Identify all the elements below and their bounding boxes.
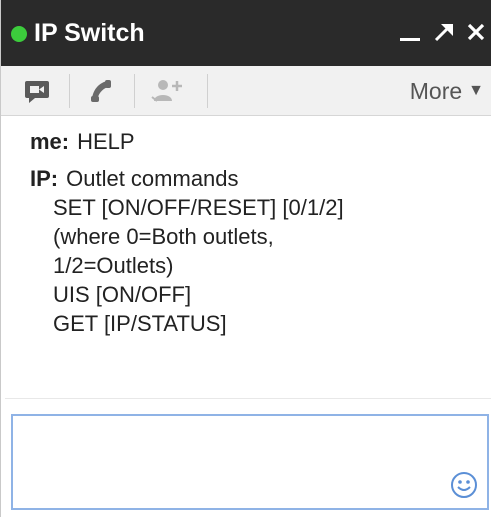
emoji-button[interactable] [449, 470, 479, 500]
message-line: 1/2=Outlets) [53, 253, 174, 278]
message-line: SET [ON/OFF/RESET] [0/1/2] [53, 195, 344, 220]
toolbar-divider [69, 74, 70, 108]
add-person-icon [151, 80, 182, 102]
chat-window: IP Switch More ▼ me: HELP IP: Outlet com… [0, 0, 491, 517]
message-input[interactable] [13, 416, 487, 508]
message-sender: me: [30, 129, 70, 154]
minimize-button[interactable] [397, 14, 423, 50]
message-ip: IP: Outlet commands SET [ON/OFF/RESET] [0… [30, 164, 480, 338]
toolbar-divider [134, 74, 135, 108]
smiley-icon [451, 472, 477, 498]
message-text: HELP [77, 129, 135, 154]
message-sender: IP: [30, 166, 59, 191]
more-menu-button[interactable]: More ▼ [410, 74, 484, 108]
caret-down-icon: ▼ [468, 82, 484, 99]
call-button[interactable] [79, 71, 123, 111]
message-line: IP: Outlet commands [30, 164, 480, 193]
add-people-button[interactable] [145, 71, 189, 111]
message-line: UIS [ON/OFF] [53, 282, 192, 307]
message-line: me: HELP [30, 127, 480, 156]
phone-icon [91, 80, 111, 102]
minimize-icon [400, 38, 420, 41]
popout-button[interactable] [431, 14, 457, 50]
title-bar: IP Switch [1, 0, 491, 66]
more-label: More [409, 77, 463, 104]
popout-arrow-icon [434, 24, 453, 42]
message-text: Outlet commands [66, 166, 239, 191]
toolbar-divider [207, 74, 208, 108]
close-button[interactable] [463, 14, 489, 50]
message-line: (where 0=Both outlets, [53, 224, 274, 249]
compose-box [11, 414, 489, 510]
online-status-icon [11, 26, 27, 42]
close-icon [467, 23, 485, 41]
message-list: me: HELP IP: Outlet commands SET [ON/OFF/R… [30, 127, 480, 346]
message-line: GET [IP/STATUS] [53, 311, 227, 336]
compose-divider [5, 398, 491, 399]
message-me: me: HELP [30, 127, 480, 156]
chat-title[interactable]: IP Switch [34, 17, 145, 49]
video-chat-button[interactable] [15, 71, 59, 111]
chat-toolbar: More ▼ [1, 66, 491, 116]
video-chat-icon [25, 81, 49, 103]
